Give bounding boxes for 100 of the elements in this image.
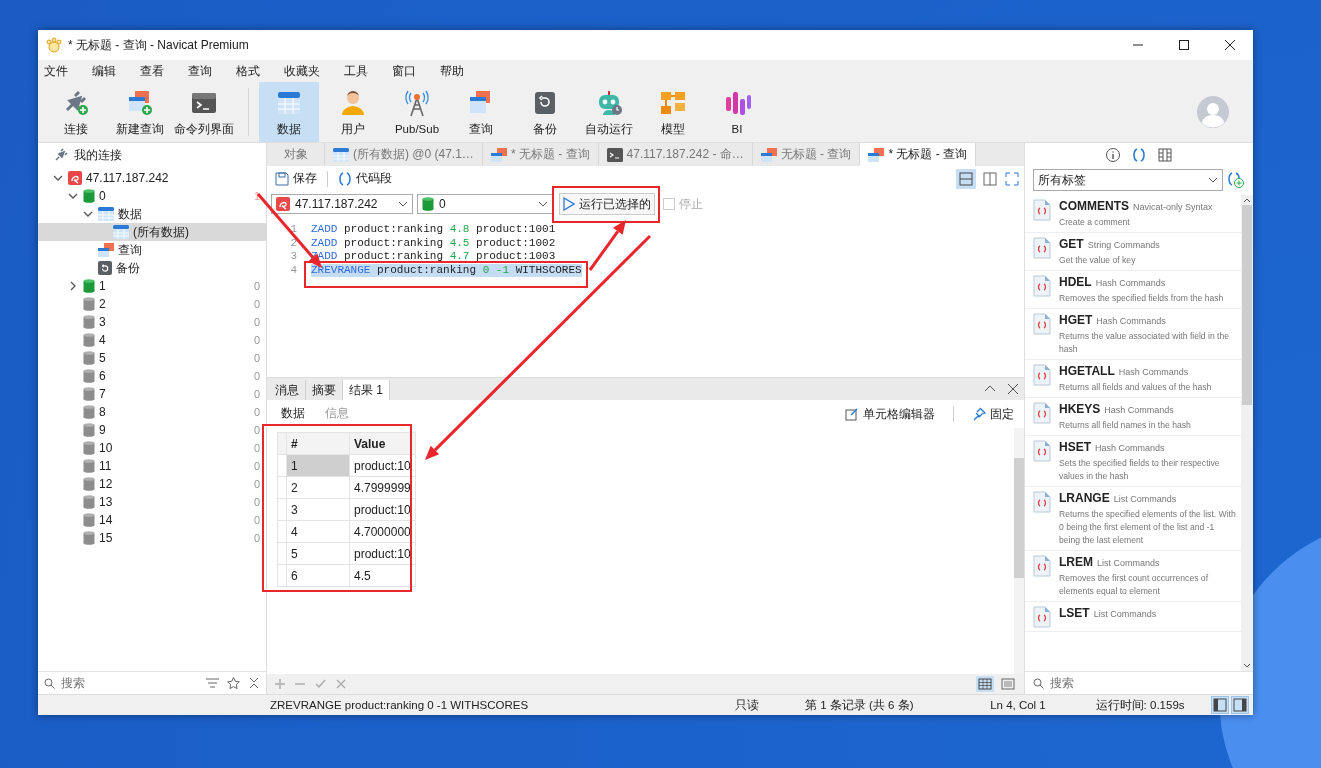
tree-item[interactable]: 备份: [38, 259, 266, 277]
editor-tab[interactable]: 对象: [267, 143, 325, 166]
tree-item[interactable]: 12 0: [38, 475, 266, 493]
snippet-item[interactable]: HDEL Hash Commands Removes the specified fields from the hash: [1025, 271, 1241, 309]
tag-dropdown[interactable]: 所有标签: [1033, 169, 1223, 191]
result-tab[interactable]: 消息: [269, 380, 306, 400]
tree-item[interactable]: 4 0: [38, 331, 266, 349]
toolbar-button[interactable]: BI: [707, 82, 767, 142]
snippet-item[interactable]: HGETALL Hash Commands Returns all fields and values of the hash: [1025, 360, 1241, 398]
snippet-item[interactable]: LREM List Commands Removes the first count occurrences of elements equal to element: [1025, 551, 1241, 602]
tree-item[interactable]: 9 0: [38, 421, 266, 439]
split-vertical-icon[interactable]: [982, 170, 998, 187]
toolbar-button[interactable]: 查询: [451, 82, 511, 142]
scrollbar-thumb[interactable]: [1014, 458, 1024, 578]
tree-item[interactable]: 7 0: [38, 385, 266, 403]
snippet-item[interactable]: GET String Commands Get the value of key: [1025, 233, 1241, 271]
connection-dropdown[interactable]: 47.117.187.242: [271, 194, 413, 214]
menu-item[interactable]: 查看: [140, 62, 178, 80]
collapse-all-icon[interactable]: [248, 677, 260, 689]
menu-item[interactable]: 工具: [344, 62, 382, 80]
grid-view-icon[interactable]: [976, 676, 994, 692]
column-header[interactable]: Value: [349, 432, 416, 455]
cell-editor-button[interactable]: 单元格编辑器: [841, 403, 939, 425]
menu-item[interactable]: 格式: [236, 62, 274, 80]
editor-tab[interactable]: * 无标题 - 查询: [860, 143, 977, 166]
search-field[interactable]: 搜索: [1048, 675, 1162, 691]
toolbar-button[interactable]: 新建查询: [110, 82, 170, 142]
tree-item[interactable]: 6 0: [38, 367, 266, 385]
tree-item[interactable]: 5 0: [38, 349, 266, 367]
menu-item[interactable]: 查询: [188, 62, 226, 80]
run-selected-button[interactable]: 运行已选择的: [559, 193, 655, 215]
toolbar-button[interactable]: 用户: [323, 82, 383, 142]
close-icon[interactable]: [1008, 384, 1018, 394]
menu-item[interactable]: 窗口: [392, 62, 430, 80]
toolbar-button[interactable]: 模型: [643, 82, 703, 142]
toolbar-button[interactable]: Pub/Sub: [387, 82, 447, 142]
database-icon: [83, 333, 95, 347]
column-header[interactable]: #: [286, 432, 350, 455]
save-button[interactable]: 保存: [271, 168, 321, 189]
tree-item[interactable]: 3 0: [38, 313, 266, 331]
right-panel-icon[interactable]: [1231, 696, 1249, 714]
add-snippet-icon[interactable]: [1227, 171, 1245, 189]
menu-item[interactable]: 帮助: [440, 62, 478, 80]
tree-item[interactable]: 10 0: [38, 439, 266, 457]
editor-tab[interactable]: * 无标题 - 查询: [482, 143, 599, 166]
tree-item[interactable]: (所有数据): [38, 223, 266, 241]
snippet-button[interactable]: 代码段: [334, 168, 396, 189]
tree-item[interactable]: 2 0: [38, 295, 266, 313]
database-dropdown[interactable]: 0: [417, 194, 553, 214]
tree-item[interactable]: 13 0: [38, 493, 266, 511]
snippet-item[interactable]: HKEYS Hash Commands Returns all field names in the hash: [1025, 398, 1241, 436]
toolbar-button[interactable]: 命令列界面: [174, 82, 234, 142]
snippet-description: Create a comment: [1059, 216, 1131, 229]
star-icon[interactable]: [227, 677, 240, 689]
menu-item[interactable]: 编辑: [92, 62, 130, 80]
tree-item[interactable]: 查询: [38, 241, 266, 259]
snippet-item[interactable]: LSET List Commands: [1025, 602, 1241, 632]
table-cell: 4.5: [349, 564, 416, 587]
toolbar-button[interactable]: 数据: [259, 82, 319, 142]
tree-item[interactable]: 47.117.187.242: [38, 169, 266, 187]
snippet-item[interactable]: HGET Hash Commands Returns the value associated with field in the hash: [1025, 309, 1241, 360]
left-panel-icon[interactable]: [1211, 696, 1229, 714]
search-field[interactable]: 搜索: [59, 675, 173, 691]
toolbar-button[interactable]: 连接: [46, 82, 106, 142]
tree-item[interactable]: 11 0: [38, 457, 266, 475]
check-icon[interactable]: [315, 679, 326, 689]
tree-item[interactable]: 1 0: [38, 277, 266, 295]
toolbar-button[interactable]: 自动运行: [579, 82, 639, 142]
table-cell: 4: [286, 520, 350, 543]
menu-item[interactable]: 收藏夹: [284, 62, 334, 80]
snippet-item[interactable]: COMMENTS Navicat-only Syntax Create a comment: [1025, 195, 1241, 233]
info-icon[interactable]: [1105, 147, 1121, 163]
tree-item[interactable]: 8 0: [38, 403, 266, 421]
result-tab[interactable]: 结果 1: [343, 380, 390, 400]
database-icon: [83, 387, 95, 401]
snippet-description: Returns the value associated with field in the hash: [1059, 330, 1231, 356]
tree-item[interactable]: 15 0: [38, 529, 266, 547]
tree-label: 11: [99, 459, 112, 473]
tree-item[interactable]: 14 0: [38, 511, 266, 529]
pin-button[interactable]: 固定: [968, 403, 1018, 425]
menu-item[interactable]: 文件: [44, 62, 82, 80]
backup-icon: [98, 261, 112, 275]
scrollbar-thumb[interactable]: [1242, 205, 1252, 405]
tree-item[interactable]: 数据: [38, 205, 266, 223]
snippet-braces-icon[interactable]: [1131, 147, 1147, 163]
item-count: 0: [253, 370, 260, 382]
snippet-item[interactable]: LRANGE List Commands Returns the specified elements of the list. With 0 being the first element of the list and -1 being the last element: [1025, 487, 1241, 551]
tree-label: 数据: [118, 205, 142, 223]
view-tab[interactable]: 数据: [281, 402, 305, 426]
collapse-panel-icon[interactable]: [984, 384, 996, 392]
table-cell: 4.7000000: [349, 520, 416, 543]
tree-label: 备份: [116, 259, 140, 277]
split-horizontal-icon[interactable]: [956, 168, 976, 189]
editor-tab[interactable]: 47.117.187.242 - 命…: [598, 143, 753, 166]
snippet-item[interactable]: HSET Hash Commands Sets the specified fields to their respective values in the hash: [1025, 436, 1241, 487]
toolbar-button[interactable]: 备份: [515, 82, 575, 142]
editor-tab[interactable]: (所有数据) @0 (47.1…: [325, 143, 483, 166]
columns-icon[interactable]: [1157, 147, 1173, 163]
database-icon: [83, 315, 95, 329]
tree-item[interactable]: 0 1: [38, 187, 266, 205]
